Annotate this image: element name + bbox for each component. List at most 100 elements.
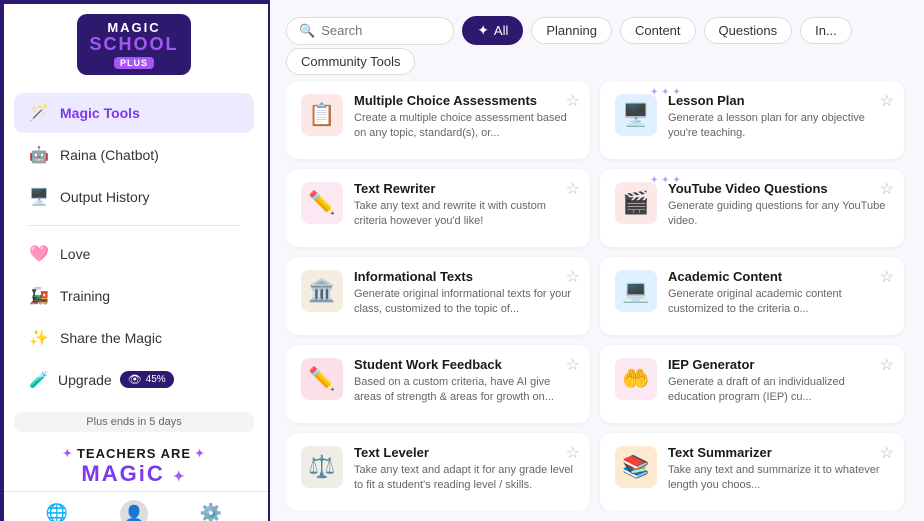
- tool-card-multiple-choice[interactable]: 📋 Multiple Choice Assessments Create a m…: [286, 81, 590, 159]
- community-tools-badge[interactable]: Community Tools: [286, 48, 415, 75]
- tool-icon: 💻: [615, 270, 657, 312]
- star-button[interactable]: ☆: [566, 443, 580, 463]
- search-icon: 🔍: [299, 23, 315, 39]
- tool-icon-wrap: 📚: [614, 445, 658, 489]
- tool-icon: 📋: [301, 94, 343, 136]
- tool-card-text-leveler[interactable]: ⚖️ Text Leveler Take any text and adapt …: [286, 433, 590, 511]
- love-icon: 🩷: [28, 243, 50, 265]
- sidebar-item-love[interactable]: 🩷 Love: [14, 234, 254, 274]
- tool-name: YouTube Video Questions: [668, 181, 890, 196]
- tool-name: Academic Content: [668, 269, 890, 284]
- tool-icon: 🎬: [615, 182, 657, 224]
- tool-icon-wrap: ✏️: [300, 357, 344, 401]
- tool-icon-wrap: 🏛️: [300, 269, 344, 313]
- sidebar: MAGIC SCHOOL PLUS 🪄 Magic Tools 🤖 Raina …: [0, 0, 270, 521]
- star-button[interactable]: ☆: [566, 179, 580, 199]
- community-tools-row: Community Tools: [286, 53, 908, 71]
- filter-planning-button[interactable]: Planning: [531, 17, 612, 44]
- sidebar-item-label-output: Output History: [60, 189, 149, 205]
- tool-desc: Take any text and adapt it for any grade…: [354, 463, 576, 494]
- star-button[interactable]: ☆: [880, 91, 894, 111]
- search-box[interactable]: 🔍: [286, 17, 454, 45]
- tool-card-lesson-plan[interactable]: ✦ ✦ ✦ 🖥️ Lesson Plan Generate a lesson p…: [600, 81, 904, 159]
- tool-card-student-feedback[interactable]: ✏️ Student Work Feedback Based on a cust…: [286, 345, 590, 423]
- share-magic-icon: ✨: [28, 327, 50, 349]
- upgrade-icon: 🧪: [28, 369, 50, 391]
- tool-card-youtube-questions[interactable]: ✦ ✦ ✦ 🎬 YouTube Video Questions Generate…: [600, 169, 904, 247]
- tool-icon-wrap: 🤲: [614, 357, 658, 401]
- filter-content-button[interactable]: Content: [620, 17, 696, 44]
- tool-icon-wrap: 🎬: [614, 181, 658, 225]
- tool-icon-wrap: ✏️: [300, 181, 344, 225]
- tool-info: YouTube Video Questions Generate guiding…: [668, 181, 890, 230]
- sidebar-item-share-magic[interactable]: ✨ Share the Magic: [14, 318, 254, 358]
- sidebar-left-border: [0, 0, 4, 521]
- tool-name: IEP Generator: [668, 357, 890, 372]
- star-button[interactable]: ☆: [880, 267, 894, 287]
- nav-items: 🪄 Magic Tools 🤖 Raina (Chatbot) 🖥️ Outpu…: [0, 85, 268, 408]
- star-button[interactable]: ☆: [880, 355, 894, 375]
- plus-dots-decoration: ✦ ✦ ✦: [650, 175, 681, 186]
- tool-name: Text Summarizer: [668, 445, 890, 460]
- logo-school-text: SCHOOL: [89, 35, 178, 55]
- tool-info: Text Leveler Take any text and adapt it …: [354, 445, 576, 494]
- filter-more-button[interactable]: In...: [800, 17, 852, 44]
- search-input[interactable]: [321, 23, 441, 38]
- tool-name: Text Leveler: [354, 445, 576, 460]
- settings-icon[interactable]: ⚙️: [200, 503, 222, 521]
- teachers-magic-area: ✦ TEACHERS ARE ✦ MAGiC ✦: [0, 440, 268, 491]
- logo-plus-badge: PLUS: [114, 57, 154, 69]
- training-icon: 🚂: [28, 285, 50, 307]
- star-button[interactable]: ☆: [566, 355, 580, 375]
- tool-icon: 🤲: [615, 358, 657, 400]
- star-button[interactable]: ☆: [566, 267, 580, 287]
- tool-desc: Take any text and rewrite it with custom…: [354, 199, 576, 230]
- language-icon[interactable]: 🌐: [46, 503, 68, 521]
- upgrade-button[interactable]: 🧪 Upgrade 👁 45%: [14, 360, 254, 400]
- tool-icon: 🏛️: [301, 270, 343, 312]
- tool-name: Student Work Feedback: [354, 357, 576, 372]
- plus-dots-decoration: ✦ ✦ ✦: [650, 87, 681, 98]
- tool-desc: Generate original informational texts fo…: [354, 287, 576, 318]
- logo-area: MAGIC SCHOOL PLUS: [0, 0, 268, 85]
- sidebar-item-label-training: Training: [60, 288, 110, 304]
- tool-icon: ✏️: [301, 182, 343, 224]
- tool-card-academic-content[interactable]: 💻 Academic Content Generate original aca…: [600, 257, 904, 335]
- tool-card-text-rewriter[interactable]: ✏️ Text Rewriter Take any text and rewri…: [286, 169, 590, 247]
- tool-desc: Take any text and summarize it to whatev…: [668, 463, 890, 494]
- upgrade-percent: 45%: [146, 374, 166, 385]
- main-content: 🔍 ✦ All Planning Content Questions In...…: [270, 0, 924, 521]
- tool-info: Academic Content Generate original acade…: [668, 269, 890, 318]
- tool-info: Lesson Plan Generate a lesson plan for a…: [668, 93, 890, 142]
- logo-magic-text: MAGIC: [107, 20, 160, 35]
- upgrade-label: Upgrade: [58, 372, 112, 388]
- teachers-are-text: ✦ TEACHERS ARE ✦: [0, 446, 268, 461]
- star-left-icon: ✦: [63, 447, 73, 460]
- sidebar-item-label-magic-tools: Magic Tools: [60, 105, 140, 121]
- tool-desc: Generate guiding questions for any YouTu…: [668, 199, 890, 230]
- tool-info: Text Summarizer Take any text and summar…: [668, 445, 890, 494]
- star-button[interactable]: ☆: [880, 179, 894, 199]
- upgrade-badge: 👁 45%: [120, 371, 174, 388]
- filter-all-button[interactable]: ✦ All: [462, 16, 523, 45]
- tool-name: Lesson Plan: [668, 93, 890, 108]
- magic-word: MAGiC ✦: [0, 461, 268, 487]
- filter-questions-button[interactable]: Questions: [704, 17, 793, 44]
- tool-card-informational-texts[interactable]: 🏛️ Informational Texts Generate original…: [286, 257, 590, 335]
- sidebar-item-training[interactable]: 🚂 Training: [14, 276, 254, 316]
- tool-desc: Based on a custom criteria, have AI give…: [354, 375, 576, 406]
- tool-info: Multiple Choice Assessments Create a mul…: [354, 93, 576, 142]
- tool-card-text-summarizer[interactable]: 📚 Text Summarizer Take any text and summ…: [600, 433, 904, 511]
- star-button[interactable]: ☆: [880, 443, 894, 463]
- avatar[interactable]: 👤: [120, 500, 148, 521]
- tool-icon: ⚖️: [301, 446, 343, 488]
- star-button[interactable]: ☆: [566, 91, 580, 111]
- sidebar-item-magic-tools[interactable]: 🪄 Magic Tools: [14, 93, 254, 133]
- sidebar-item-raina[interactable]: 🤖 Raina (Chatbot): [14, 135, 254, 175]
- tool-desc: Generate a lesson plan for any objective…: [668, 111, 890, 142]
- tool-card-iep-generator[interactable]: 🤲 IEP Generator Generate a draft of an i…: [600, 345, 904, 423]
- tool-icon-wrap: ⚖️: [300, 445, 344, 489]
- logo-box[interactable]: MAGIC SCHOOL PLUS: [77, 14, 190, 75]
- sidebar-item-output-history[interactable]: 🖥️ Output History: [14, 177, 254, 217]
- tools-grid: 📋 Multiple Choice Assessments Create a m…: [286, 81, 908, 511]
